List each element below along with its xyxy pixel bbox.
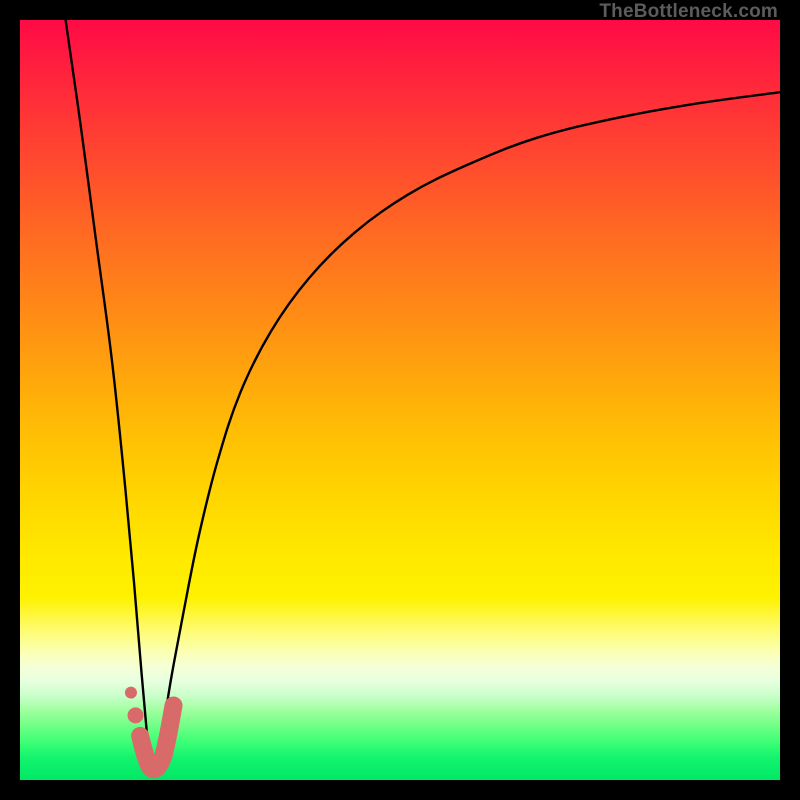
marker-dot [128, 707, 144, 723]
series-left-branch [66, 20, 148, 742]
chart-frame: TheBottleneck.com [0, 0, 800, 800]
chart-overlay [20, 20, 780, 780]
curve-group [66, 20, 780, 765]
series-right-branch [153, 92, 780, 765]
marker-dot [125, 687, 137, 699]
marker-dots [125, 687, 144, 724]
